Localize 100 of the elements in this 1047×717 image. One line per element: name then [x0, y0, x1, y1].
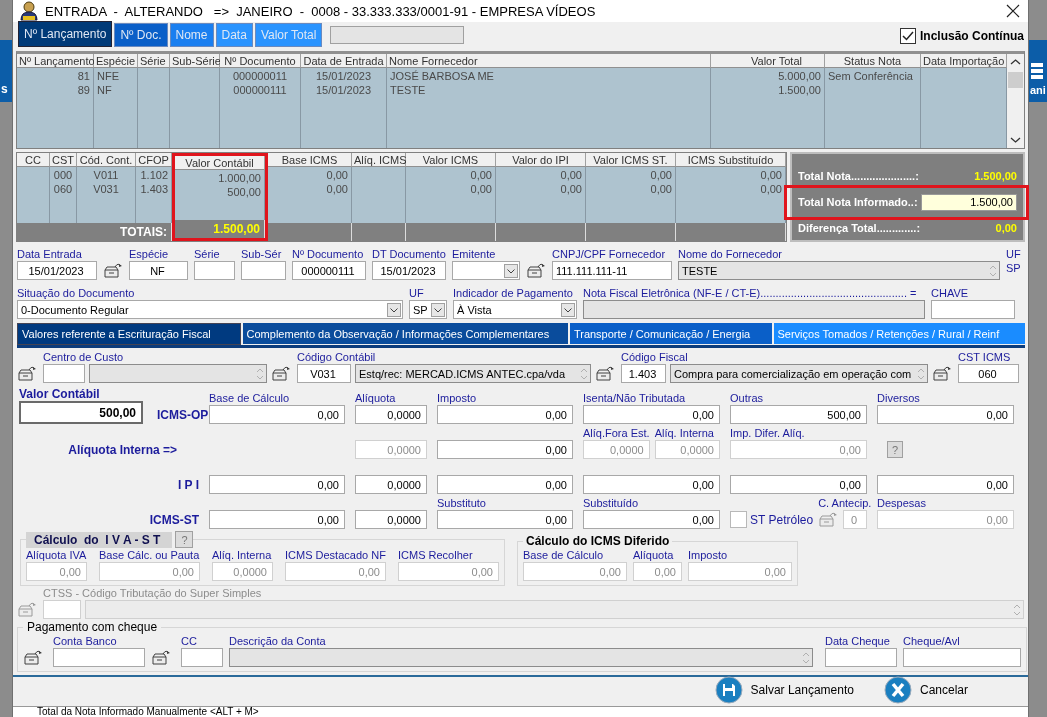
drawer-icon[interactable]	[151, 649, 171, 666]
spin-arrows-icon[interactable]	[801, 650, 811, 665]
cancel-button[interactable]: Cancelar	[879, 677, 972, 703]
search-tab[interactable]: Nº Lançamento	[18, 21, 113, 47]
input-field[interactable]: 1.403	[621, 364, 666, 383]
column-header[interactable]: Valor ICMS	[406, 153, 496, 167]
input-field[interactable]: 111.111.111-11	[552, 261, 672, 280]
column-header[interactable]: CST	[50, 153, 77, 167]
input-field[interactable]	[89, 364, 267, 383]
input-field[interactable]	[825, 648, 897, 667]
table-cell-text: Sem Conferência	[827, 69, 914, 83]
column-header[interactable]: Valor Total	[711, 54, 825, 68]
input-field[interactable]: 0,0000	[355, 405, 427, 424]
dropdown[interactable]: 0-Documento Regular	[17, 300, 403, 319]
dropdown[interactable]: À Vista	[453, 300, 577, 319]
section-tab[interactable]: Valores referente a Escrituração Fiscal	[17, 323, 241, 345]
drawer-icon[interactable]	[271, 365, 291, 382]
column-header[interactable]: Nº Lançamento	[17, 54, 94, 68]
column-header[interactable]: Cód. Cont.	[77, 153, 136, 167]
input-field[interactable]: TESTE	[678, 261, 1000, 280]
search-tab[interactable]: Nº Doc.	[114, 23, 168, 47]
input-field[interactable]: V031	[297, 364, 351, 383]
input-field[interactable]: 060	[958, 364, 1019, 383]
column-header[interactable]: Sub-Série	[170, 54, 220, 68]
column-header[interactable]: Data de Entrada	[301, 54, 387, 68]
field-label: C. Antecip.	[818, 496, 872, 510]
input-field[interactable]	[181, 648, 223, 667]
chevron-down-icon[interactable]	[504, 263, 518, 278]
input-field[interactable]: 0,00	[583, 405, 720, 424]
input-field[interactable]: 1.500,00	[921, 193, 1017, 211]
section-tab[interactable]: Complemento da Observação / Informações Complementares	[242, 323, 568, 344]
chevron-down-icon[interactable]	[431, 302, 445, 317]
spin-arrows-icon[interactable]	[916, 366, 926, 381]
checkbox[interactable]	[730, 511, 747, 528]
column-header[interactable]: Status Nota	[825, 54, 921, 68]
vertical-scrollbar[interactable]	[1007, 54, 1024, 148]
input-field[interactable]	[194, 261, 235, 280]
column-header[interactable]: CC	[17, 153, 50, 167]
column-header[interactable]: Valor ICMS ST.	[586, 153, 676, 167]
input-field[interactable]: 0,00	[437, 440, 573, 459]
column-header[interactable]: Nº Documento	[220, 54, 301, 68]
spin-arrows-icon[interactable]	[988, 263, 998, 278]
input-field[interactable]: Estq/rec: MERCAD.ICMS ANTEC.cpa/vda	[355, 364, 591, 383]
help-button[interactable]: ?	[887, 441, 903, 458]
input-field[interactable]: NF	[129, 261, 188, 280]
input-field[interactable]	[229, 648, 813, 667]
input-field[interactable]: 0,00	[877, 475, 1014, 494]
input-field[interactable]: Compra para comercialização em operação com	[670, 364, 928, 383]
section-tab[interactable]: Transporte / Comunicação / Energia	[569, 323, 772, 344]
close-icon[interactable]	[1006, 4, 1020, 18]
input-field[interactable]: 500,00	[730, 405, 867, 424]
input-field[interactable]: 15/01/2023	[17, 261, 97, 280]
column-header[interactable]: Espécie	[94, 54, 138, 68]
column-header[interactable]: CFOP	[136, 153, 172, 167]
drawer-icon[interactable]	[17, 365, 37, 382]
input-field[interactable]	[241, 261, 286, 280]
chevron-down-icon[interactable]	[561, 302, 575, 317]
input-field[interactable]	[903, 648, 1021, 667]
checkbox[interactable]	[900, 28, 916, 44]
input-field[interactable]: 0,00	[437, 510, 573, 529]
save-button[interactable]: Salvar Lançamento	[710, 677, 858, 703]
input-field[interactable]: 0,00	[583, 475, 720, 494]
column-header[interactable]: Nome Fornecedor	[387, 54, 711, 68]
dropdown[interactable]: SP	[409, 300, 447, 319]
input-field[interactable]: 0,00	[209, 510, 345, 529]
column-header[interactable]: Valor do IPI	[496, 153, 586, 167]
input-field[interactable]: 500,00	[19, 401, 143, 424]
drawer-icon[interactable]	[23, 649, 43, 666]
input-field[interactable]: 0,00	[437, 475, 573, 494]
column-header[interactable]: Base ICMS	[268, 153, 352, 167]
column-header[interactable]: Série	[138, 54, 170, 68]
column-header[interactable]: Alíq. ICMS	[352, 153, 406, 167]
drawer-icon[interactable]	[103, 262, 123, 279]
menu-icon[interactable]	[1030, 62, 1044, 80]
input-field[interactable]	[43, 364, 85, 383]
input-field[interactable]: 0,00	[583, 510, 720, 529]
input-field[interactable]: 0,00	[209, 405, 345, 424]
input-field[interactable]: 0,00	[877, 405, 1014, 424]
column-header[interactable]: ICMS Substituído	[676, 153, 786, 167]
column-header[interactable]: Valor Contábil	[175, 156, 265, 170]
search-field[interactable]	[330, 26, 465, 44]
spin-arrows-icon[interactable]	[255, 366, 265, 381]
drawer-icon[interactable]	[932, 365, 952, 382]
field-label: UF	[409, 286, 424, 300]
input-field[interactable]: 0,0000	[355, 510, 427, 529]
input-field[interactable]: 0,0000	[355, 475, 427, 494]
input-field[interactable]: 0,00	[730, 475, 867, 494]
input-field[interactable]	[53, 648, 145, 667]
drawer-icon[interactable]	[526, 262, 546, 279]
drawer-icon[interactable]	[595, 365, 615, 382]
input-field[interactable]	[583, 300, 925, 319]
input-field[interactable]: 0,00	[209, 475, 345, 494]
spin-arrows-icon[interactable]	[579, 366, 589, 381]
input-field[interactable]: 15/01/2023	[372, 261, 446, 280]
chevron-down-icon[interactable]	[387, 302, 401, 317]
input-field[interactable]	[931, 300, 1015, 319]
column-header[interactable]: Data Importação	[921, 54, 1007, 68]
field-label: Nota Fiscal Eletrônica (NF-E / CT-E)................................................ =	[583, 286, 917, 300]
input-field[interactable]: 000000111	[292, 261, 366, 280]
input-field[interactable]: 0,00	[437, 405, 573, 424]
